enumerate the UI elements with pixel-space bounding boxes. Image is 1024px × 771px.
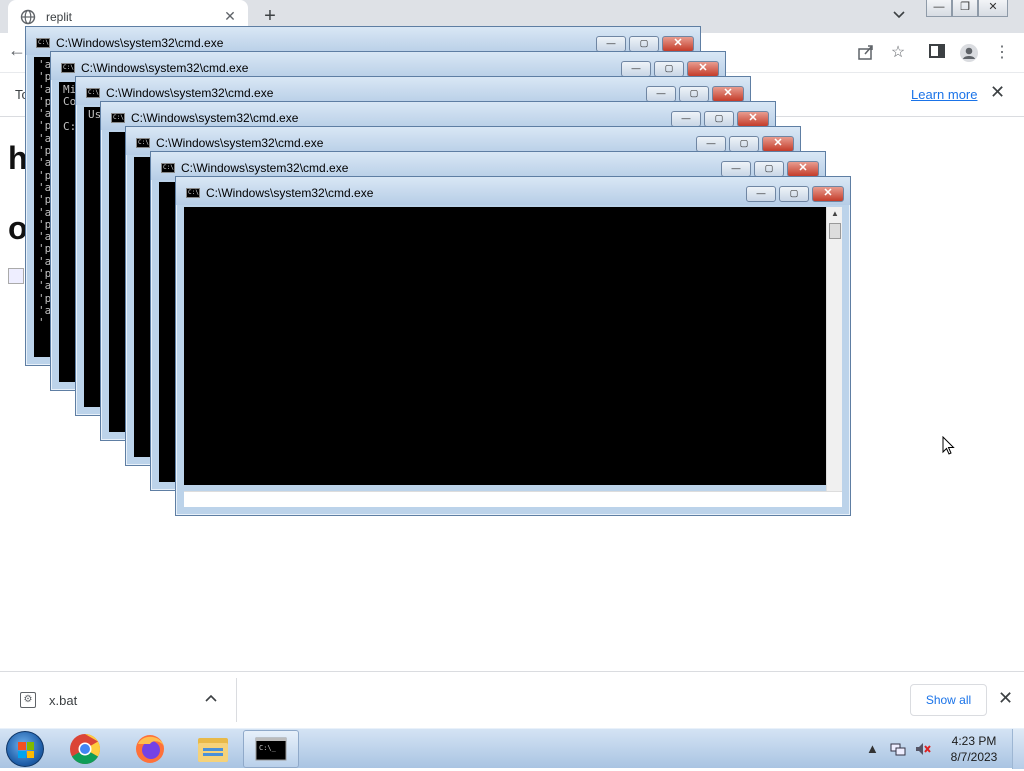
show-hidden-icons-icon[interactable]: ▲ <box>866 741 879 756</box>
windows-logo-icon <box>18 742 34 758</box>
tab-search-chevron-icon[interactable] <box>893 6 905 22</box>
broken-image-icon <box>8 268 24 284</box>
cmd-title: C:\Windows\system32\cmd.exe <box>56 36 224 50</box>
download-bar-close-icon[interactable]: ✕ <box>998 688 1013 709</box>
network-icon[interactable] <box>890 741 906 760</box>
profile-avatar-icon[interactable] <box>959 43 979 63</box>
taskbar-cmd[interactable]: C:\_ <box>243 730 299 768</box>
batch-file-icon: ⚙ <box>20 692 36 708</box>
cmd-icon: C:\ <box>136 138 150 148</box>
cmd-minimize-button[interactable]: — <box>596 36 626 52</box>
info-bar-close-icon[interactable]: ✕ <box>990 82 1005 103</box>
window-close-button[interactable]: ✕ <box>978 0 1008 17</box>
folder-icon <box>198 738 228 762</box>
cmd-maximize-button[interactable]: ▢ <box>754 161 784 177</box>
firefox-icon <box>136 735 164 763</box>
tab-close-icon[interactable]: ✕ <box>220 8 240 25</box>
svg-text:C:\_: C:\_ <box>259 744 277 752</box>
globe-icon <box>20 9 36 25</box>
cmd-title: C:\Windows\system32\cmd.exe <box>206 186 374 200</box>
cmd-window-7[interactable]: C:\ C:\Windows\system32\cmd.exe — ▢ ✕ ▲▼ <box>175 176 851 516</box>
cmd-icon: C:\ <box>36 38 50 48</box>
cmd-close-button[interactable]: ✕ <box>737 111 769 127</box>
cmd-taskbar-icon: C:\_ <box>255 737 287 761</box>
bookmark-star-icon[interactable]: ☆ <box>888 43 908 63</box>
cmd-icon: C:\ <box>111 113 125 123</box>
window-restore-button[interactable]: ❐ <box>952 0 978 17</box>
side-panel-icon[interactable] <box>927 43 947 63</box>
window-minimize-button[interactable]: — <box>926 0 952 17</box>
clock-date: 8/7/2023 <box>950 750 998 764</box>
volume-muted-icon[interactable] <box>914 741 932 760</box>
cmd-title: C:\Windows\system32\cmd.exe <box>181 161 349 175</box>
cmd-icon: C:\ <box>86 88 100 98</box>
cmd-close-button[interactable]: ✕ <box>762 136 794 152</box>
cmd-title: C:\Windows\system32\cmd.exe <box>156 136 324 150</box>
cmd-close-button[interactable]: ✕ <box>812 186 844 202</box>
cmd-title: C:\Windows\system32\cmd.exe <box>81 61 249 75</box>
clock[interactable]: 4:23 PM 8/7/2023 <box>944 733 1004 765</box>
taskbar-firefox[interactable] <box>122 730 178 768</box>
clock-time: 4:23 PM <box>951 734 997 748</box>
cmd-minimize-button[interactable]: — <box>646 86 676 102</box>
cmd-console[interactable] <box>184 207 826 485</box>
cmd-horizontal-scrollbar[interactable] <box>184 491 842 507</box>
window-controls: — ❐ ✕ <box>926 0 1008 17</box>
system-tray: ▲ <box>862 733 944 765</box>
show-all-button[interactable]: Show all <box>910 684 987 716</box>
cmd-title: C:\Windows\system32\cmd.exe <box>131 111 299 125</box>
cmd-icon: C:\ <box>61 63 75 73</box>
cmd-maximize-button[interactable]: ▢ <box>679 86 709 102</box>
cmd-maximize-button[interactable]: ▢ <box>654 61 684 77</box>
cmd-title: C:\Windows\system32\cmd.exe <box>106 86 274 100</box>
cmd-minimize-button[interactable]: — <box>746 186 776 202</box>
cmd-icon: C:\ <box>186 188 200 198</box>
learn-more-link[interactable]: Learn more <box>911 87 977 102</box>
chrome-icon <box>70 734 101 765</box>
cmd-icon: C:\ <box>161 163 175 173</box>
cmd-minimize-button[interactable]: — <box>671 111 701 127</box>
taskbar: C:\_ ▲ 4:23 PM 8/7/2023 <box>0 728 1024 769</box>
start-button[interactable] <box>6 731 44 767</box>
cmd-maximize-button[interactable]: ▢ <box>704 111 734 127</box>
download-bar: ⚙ x.bat Show all ✕ <box>0 671 1024 728</box>
back-arrow-icon[interactable]: ← <box>8 40 26 61</box>
cmd-maximize-button[interactable]: ▢ <box>629 36 659 52</box>
cmd-close-button[interactable]: ✕ <box>687 61 719 77</box>
cmd-close-button[interactable]: ✕ <box>712 86 744 102</box>
show-desktop-button[interactable] <box>1012 729 1024 769</box>
cmd-scrollbar[interactable]: ▲▼ <box>826 207 842 507</box>
tab-title: replit <box>46 9 73 24</box>
menu-kebab-icon[interactable]: ⋮ <box>992 43 1012 63</box>
cmd-maximize-button[interactable]: ▢ <box>729 136 759 152</box>
download-options-chevron-icon[interactable] <box>205 691 217 705</box>
share-icon[interactable] <box>856 43 876 63</box>
download-file-name[interactable]: x.bat <box>49 693 77 708</box>
cmd-close-button[interactable]: ✕ <box>787 161 819 177</box>
taskbar-chrome[interactable] <box>57 730 113 768</box>
download-divider <box>236 678 237 722</box>
cmd-close-button[interactable]: ✕ <box>662 36 694 52</box>
cmd-minimize-button[interactable]: — <box>696 136 726 152</box>
taskbar-file-explorer[interactable] <box>185 730 241 768</box>
cmd-minimize-button[interactable]: — <box>721 161 751 177</box>
cmd-minimize-button[interactable]: — <box>621 61 651 77</box>
cmd-maximize-button[interactable]: ▢ <box>779 186 809 202</box>
